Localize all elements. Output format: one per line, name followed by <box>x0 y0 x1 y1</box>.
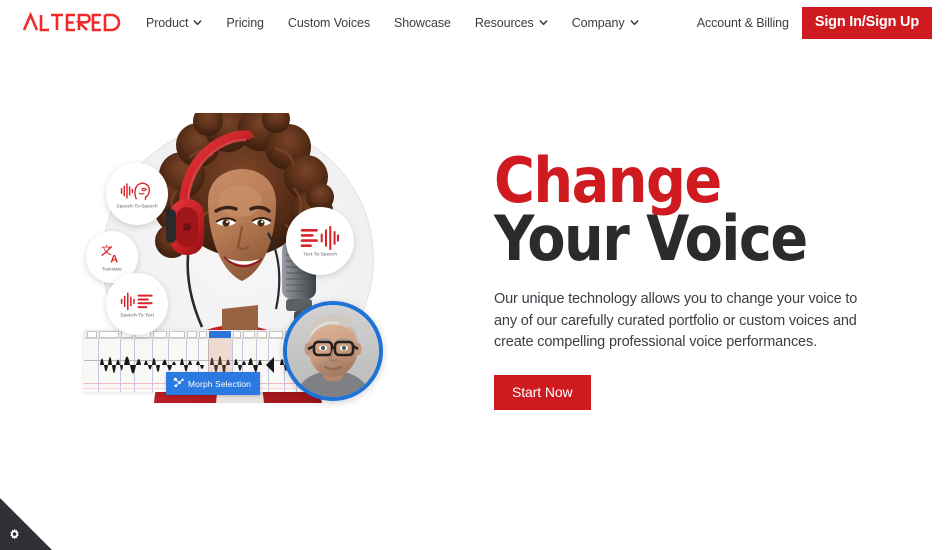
nav-item-label: Resources <box>474 16 534 30</box>
account-and-billing-link[interactable]: Account & Billing <box>697 16 789 30</box>
hero-paragraph: Our unique technology allows you to chan… <box>494 291 858 350</box>
start-now-button[interactable]: Start Now <box>494 375 591 411</box>
nav-item-pricing[interactable]: Pricing <box>214 0 276 46</box>
sign-in-sign-up-button[interactable]: Sign In/Sign Up <box>801 7 932 39</box>
chevron-down-icon <box>630 18 639 27</box>
morph-nodes-icon <box>173 377 184 390</box>
nav-item-product[interactable]: Product <box>146 0 214 46</box>
nav-item-company[interactable]: Company <box>560 0 651 46</box>
badge-speech-to-text[interactable]: Speech-To-Text <box>106 273 168 335</box>
nav-item-label: Product <box>146 16 189 30</box>
cookie-settings-widget[interactable] <box>0 498 52 550</box>
morph-selection-button[interactable]: Morph Selection <box>166 372 260 395</box>
primary-nav-links: Product Pricing Custom Voices Showcase R… <box>146 0 651 46</box>
gear-icon <box>8 528 21 541</box>
translate-icon: 文 A <box>100 243 124 265</box>
badge-label: Translate <box>101 266 123 272</box>
badge-label: Speech-To-Speech <box>116 203 158 209</box>
nav-item-showcase[interactable]: Showcase <box>382 0 463 46</box>
nav-item-label: Company <box>571 16 625 30</box>
cookie-widget-triangle <box>0 498 52 550</box>
man-with-glasses-portrait-photo <box>283 301 383 401</box>
badge-speech-to-speech[interactable]: Speech-To-Speech <box>106 163 168 225</box>
badge-text-to-speech[interactable]: Text-To-Speech <box>286 207 354 275</box>
badge-label: Text-To-Speech <box>303 251 337 257</box>
text-to-speech-icon <box>300 226 340 250</box>
brand-logo[interactable] <box>22 11 128 33</box>
headline-line-2: Your Voice <box>494 201 808 275</box>
morph-selection-label: Morph Selection <box>188 378 251 389</box>
speech-to-speech-icon <box>120 180 154 202</box>
hero-illustration: Morph Selection Speech-To-Speech 文 A Tra… <box>78 105 408 425</box>
nav-item-label: Custom Voices <box>287 16 370 30</box>
nav-item-resources[interactable]: Resources <box>463 0 560 46</box>
editor-timeline-ruler <box>84 330 308 339</box>
top-navigation-bar: Product Pricing Custom Voices Showcase R… <box>0 0 950 46</box>
page-title: Change Your Voice <box>494 144 894 275</box>
nav-item-custom-voices[interactable]: Custom Voices <box>276 0 382 46</box>
svg-text:A: A <box>110 253 118 265</box>
speech-to-text-icon <box>120 291 154 311</box>
chevron-down-icon <box>193 18 202 27</box>
nav-item-label: Pricing <box>226 16 264 30</box>
page-root: Product Pricing Custom Voices Showcase R… <box>0 0 950 550</box>
chevron-down-icon <box>539 18 548 27</box>
badge-label: Speech-To-Text <box>120 312 154 318</box>
hero-text-block: Change Your Voice Our unique technology … <box>494 144 894 411</box>
nav-item-label: Showcase <box>393 16 451 30</box>
headline-line-1: Change <box>494 144 722 217</box>
nav-right-actions: Account & Billing Sign In/Sign Up <box>697 0 932 46</box>
